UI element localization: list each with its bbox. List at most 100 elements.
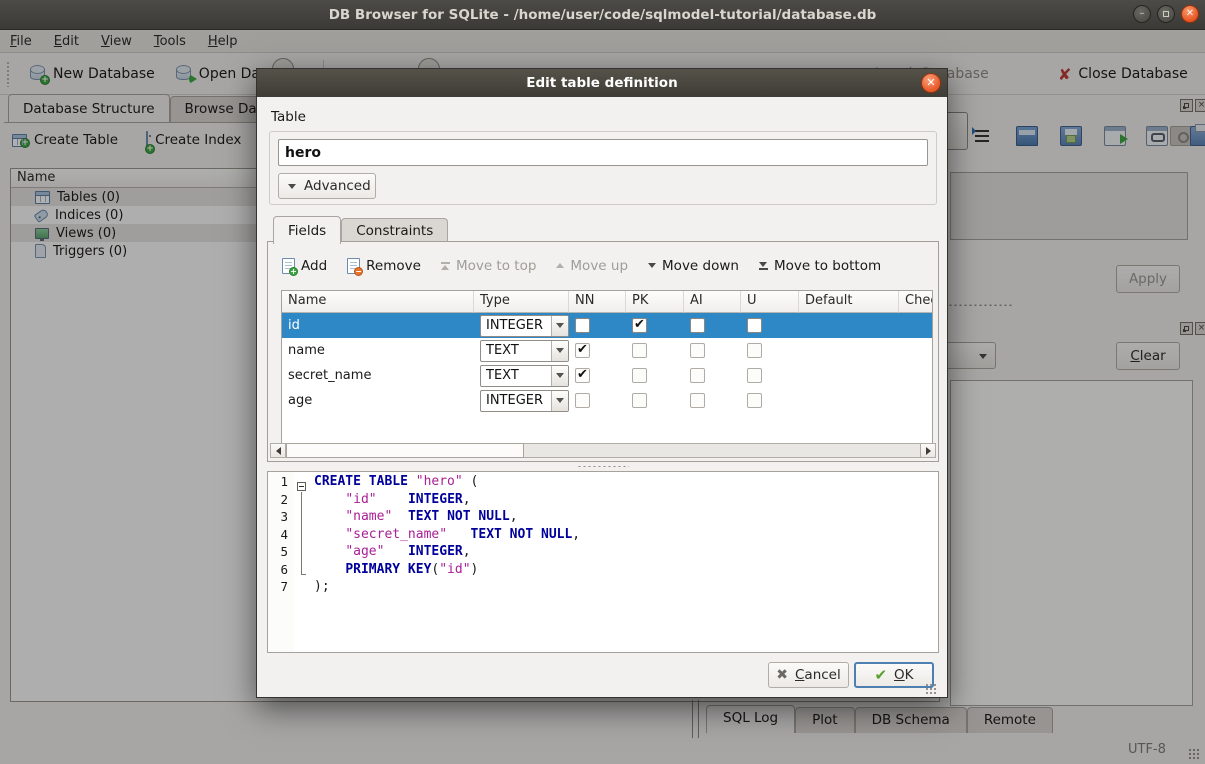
dialog-resize-grip[interactable] <box>925 683 937 695</box>
checkbox-nn[interactable] <box>575 368 590 383</box>
field-name-cell[interactable]: age <box>282 388 474 413</box>
checkbox-pk[interactable] <box>632 368 647 383</box>
field-u-cell <box>741 338 799 363</box>
checkbox-nn[interactable] <box>575 393 590 408</box>
combo-dropdown-icon[interactable] <box>551 366 568 386</box>
field-default-cell[interactable] <box>799 363 899 388</box>
field-name-cell[interactable]: name <box>282 338 474 363</box>
column-header-name[interactable]: Name <box>282 291 474 313</box>
field-nn-cell <box>569 313 626 338</box>
checkbox-u[interactable] <box>747 393 762 408</box>
type-combobox[interactable]: INTEGER <box>480 390 569 412</box>
column-header-pk[interactable]: PK <box>626 291 684 313</box>
move-to-bottom-button[interactable]: Move to bottom <box>759 258 881 274</box>
field-default-cell[interactable] <box>799 313 899 338</box>
column-header-ai[interactable]: AI <box>684 291 741 313</box>
move-down-button[interactable]: Move down <box>648 258 739 274</box>
add-button[interactable]: +Add <box>282 258 327 274</box>
cancel-button[interactable]: ✖ Cancel <box>768 662 849 688</box>
move-up-button[interactable]: Move up <box>556 258 628 274</box>
column-header-check[interactable]: Check <box>899 291 933 313</box>
sql-preview-editor[interactable]: 1234567 CREATE TABLE "hero" ( "id" INTEG… <box>267 471 939 653</box>
column-header-nn[interactable]: NN <box>569 291 626 313</box>
field-ai-cell <box>684 388 741 413</box>
edit-table-dialog: Edit table definition ✕ Table Advanced F… <box>256 68 948 698</box>
checkbox-pk[interactable] <box>632 318 647 333</box>
button-label: Move down <box>662 258 739 274</box>
table-name-input[interactable] <box>278 139 928 166</box>
field-name-cell[interactable]: id <box>282 313 474 338</box>
checkbox-ai[interactable] <box>690 318 705 333</box>
field-check-cell[interactable] <box>899 313 933 338</box>
close-icon[interactable]: ✕ <box>1181 5 1199 23</box>
minimize-icon[interactable]: – <box>1133 5 1151 23</box>
type-combobox[interactable]: TEXT <box>480 365 569 387</box>
field-row-secret-name[interactable]: secret_name TEXT <box>282 363 933 388</box>
checkbox-u[interactable] <box>747 318 762 333</box>
combo-dropdown-icon[interactable] <box>551 391 568 411</box>
field-pk-cell <box>626 363 684 388</box>
type-value: TEXT <box>481 366 551 386</box>
dialog-title: Edit table definition <box>526 75 677 91</box>
checkbox-pk[interactable] <box>632 343 647 358</box>
checkbox-pk[interactable] <box>632 393 647 408</box>
checkbox-nn[interactable] <box>575 343 590 358</box>
field-row-name[interactable]: name TEXT <box>282 338 933 363</box>
sql-line: ); <box>314 577 938 595</box>
fields-table: NameTypeNNPKAIUDefaultCheck idINTEGERnam… <box>281 290 933 450</box>
scroll-right-icon[interactable] <box>920 444 935 457</box>
type-combobox[interactable]: INTEGER <box>480 315 569 337</box>
sql-line: PRIMARY KEY("id") <box>314 560 938 578</box>
horizontal-scrollbar[interactable] <box>270 443 936 458</box>
field-ai-cell <box>684 338 741 363</box>
button-label: Remove <box>366 258 421 274</box>
line-number: 2 <box>268 490 294 508</box>
field-row-age[interactable]: age INTEGER <box>282 388 933 413</box>
sql-line: CREATE TABLE "hero" ( <box>314 472 938 490</box>
field-default-cell[interactable] <box>799 388 899 413</box>
checkbox-nn[interactable] <box>575 318 590 333</box>
dialog-tab-fields[interactable]: Fields <box>273 216 341 244</box>
checkbox-u[interactable] <box>747 343 762 358</box>
field-name-cell[interactable]: secret_name <box>282 363 474 388</box>
line-number: 7 <box>268 577 294 595</box>
field-default-cell[interactable] <box>799 338 899 363</box>
field-u-cell <box>741 388 799 413</box>
field-ai-cell <box>684 313 741 338</box>
remove-button[interactable]: −Remove <box>347 258 421 274</box>
window-titlebar[interactable]: DB Browser for SQLite - /home/user/code/… <box>0 0 1205 30</box>
button-label: Move up <box>570 258 628 274</box>
remove-field-icon: − <box>347 258 360 274</box>
field-check-cell[interactable] <box>899 363 933 388</box>
checkbox-u[interactable] <box>747 368 762 383</box>
fold-marker-icon[interactable] <box>297 482 306 491</box>
scroll-left-icon[interactable] <box>271 444 286 457</box>
dialog-close-icon[interactable]: ✕ <box>921 73 941 93</box>
maximize-icon[interactable] <box>1157 5 1175 23</box>
fold-guide <box>301 574 306 575</box>
field-check-cell[interactable] <box>899 388 933 413</box>
advanced-button[interactable]: Advanced <box>278 173 376 199</box>
column-header-default[interactable]: Default <box>799 291 899 313</box>
dialog-titlebar[interactable]: Edit table definition ✕ <box>257 69 947 97</box>
cancel-x-icon: ✖ <box>776 667 788 683</box>
splitter-handle[interactable] <box>577 465 629 468</box>
line-number: 3 <box>268 507 294 525</box>
field-check-cell[interactable] <box>899 338 933 363</box>
sql-line: "age" INTEGER, <box>314 542 938 560</box>
column-header-type[interactable]: Type <box>474 291 569 313</box>
type-combobox[interactable]: TEXT <box>480 340 569 362</box>
scrollbar-thumb[interactable] <box>286 443 524 458</box>
field-row-id[interactable]: id INTEGER <box>282 313 933 338</box>
column-header-u[interactable]: U <box>741 291 799 313</box>
type-value: INTEGER <box>481 391 551 411</box>
chevron-down-icon <box>288 184 296 189</box>
ok-button[interactable]: ✔ OK <box>854 662 934 688</box>
checkbox-ai[interactable] <box>690 393 705 408</box>
field-pk-cell <box>626 338 684 363</box>
move-to-top-button[interactable]: Move to top <box>441 258 536 274</box>
combo-dropdown-icon[interactable] <box>551 316 568 336</box>
checkbox-ai[interactable] <box>690 343 705 358</box>
checkbox-ai[interactable] <box>690 368 705 383</box>
combo-dropdown-icon[interactable] <box>551 341 568 361</box>
